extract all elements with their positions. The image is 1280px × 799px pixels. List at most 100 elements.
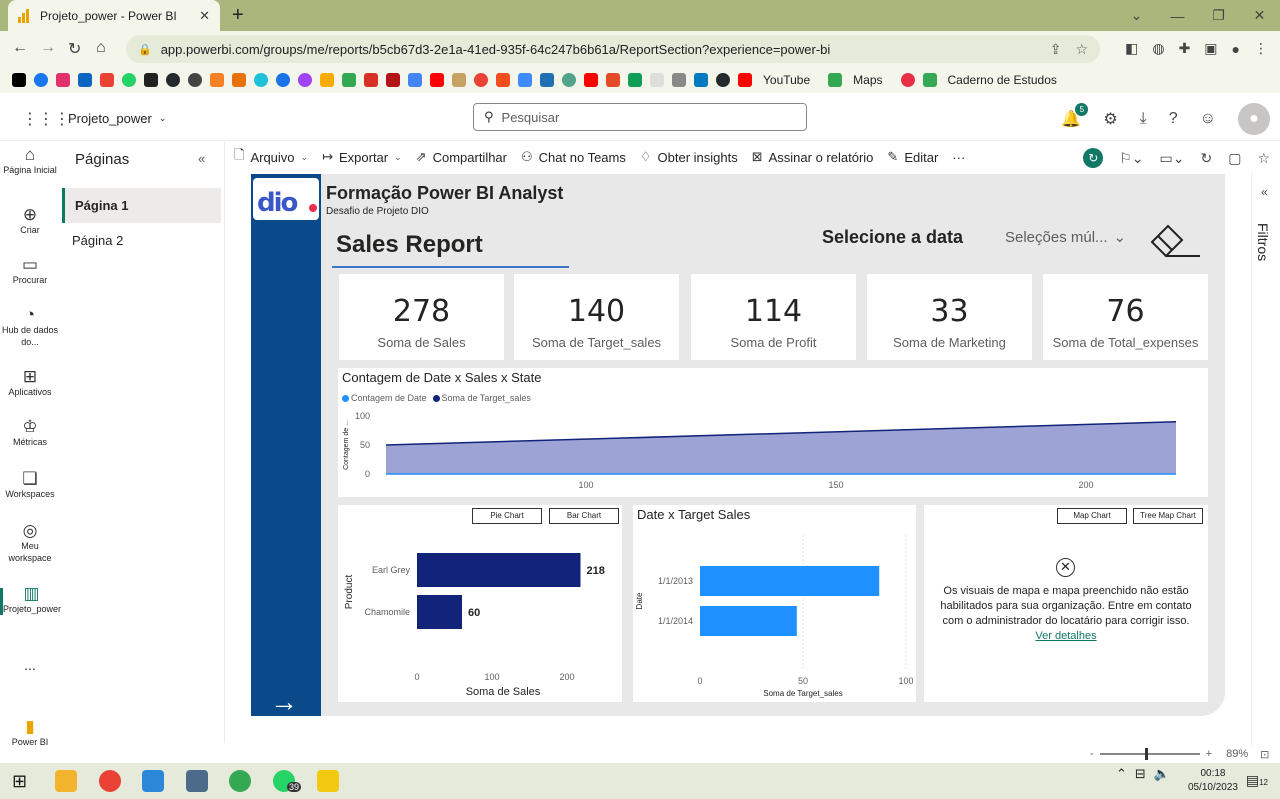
bookmark-icon[interactable]: [584, 73, 598, 87]
compartilhar-button[interactable]: ⇗ Compartilhar: [416, 149, 507, 165]
restore-icon[interactable]: ❐: [1198, 7, 1239, 24]
bookmark-icon[interactable]: [298, 73, 312, 87]
code-bookmark-icon[interactable]: [922, 73, 937, 87]
close-tab-icon[interactable]: ✕: [199, 8, 210, 24]
bookmark-icon[interactable]: ⚐⌄: [1119, 150, 1143, 167]
download-icon[interactable]: ⤓: [1140, 110, 1147, 128]
rail-powerbi[interactable]: ▮ Power BI: [0, 718, 60, 748]
map-chart-button[interactable]: Map Chart: [1057, 508, 1127, 524]
trello-bookmark-icon[interactable]: [694, 73, 708, 87]
extension-icon[interactable]: ◍: [1152, 40, 1164, 57]
instagram-bookmark-icon[interactable]: [56, 73, 70, 87]
github-bookmark-icon[interactable]: [166, 73, 180, 87]
lock-icon[interactable]: 🔒: [138, 43, 152, 56]
openai-bookmark-icon[interactable]: [188, 73, 202, 87]
bell-icon[interactable]: 🔔 5: [1061, 103, 1089, 129]
teams-chat-button[interactable]: ⚇ Chat no Teams: [521, 149, 626, 165]
rail-apps[interactable]: ⊞ Aplicativos: [0, 368, 60, 398]
rail-home[interactable]: ⌂ Página Inicial: [0, 146, 60, 176]
bookmark-icon[interactable]: [562, 73, 576, 87]
rail-create[interactable]: ⊕ Criar: [0, 206, 60, 236]
bookmark-maps[interactable]: Maps: [853, 73, 882, 87]
close-window-icon[interactable]: ✕: [1239, 7, 1280, 24]
chrome-icon[interactable]: [99, 770, 121, 792]
file-explorer-icon[interactable]: [55, 770, 77, 792]
refresh-icon[interactable]: ↻: [1200, 150, 1212, 167]
bookmark-icon[interactable]: [900, 73, 915, 87]
zoom-slider[interactable]: [1099, 748, 1200, 760]
rail-my-workspace[interactable]: ◎ Meu workspace: [0, 522, 60, 564]
page-tab-1[interactable]: Página 1: [62, 188, 221, 223]
zoom-in-icon[interactable]: +: [1206, 748, 1212, 760]
figma-bookmark-icon[interactable]: [496, 73, 510, 87]
arquivo-menu[interactable]: 🗋 Arquivo ⌄: [234, 146, 308, 168]
bookmark-icon[interactable]: [606, 73, 620, 87]
youtube-bookmark-icon[interactable]: [430, 73, 444, 87]
browser-tab[interactable]: Projeto_power - Power BI ✕: [8, 0, 220, 31]
calculator-icon[interactable]: [186, 770, 208, 792]
bookmark-icon[interactable]: [210, 73, 224, 87]
filters-pane[interactable]: « Filtros: [1251, 173, 1280, 745]
more-options-button[interactable]: ···: [952, 150, 965, 165]
rail-datahub[interactable]: ◔ Hub de dados do...: [0, 306, 60, 348]
insights-button[interactable]: ♢ Obter insights: [640, 149, 738, 165]
bookmark-icon[interactable]: [320, 73, 334, 87]
bookmark-youtube[interactable]: YouTube: [763, 73, 810, 87]
network-icon[interactable]: ⊟: [1135, 766, 1146, 782]
bookmark-icon[interactable]: [408, 73, 422, 87]
bookmark-icon[interactable]: [232, 73, 246, 87]
tree-map-chart-button[interactable]: Tree Map Chart: [1133, 508, 1203, 524]
date-slicer-dropdown[interactable]: Seleções múl... ⌄: [1005, 228, 1126, 247]
new-tab-button[interactable]: +: [232, 4, 244, 27]
maps-bookmark-icon[interactable]: [828, 73, 843, 87]
settings-icon[interactable]: ⚙: [1103, 109, 1117, 129]
bookmark-icon[interactable]: [650, 73, 664, 87]
maps-bookmark-icon[interactable]: [342, 73, 356, 87]
rail-metrics[interactable]: ♔ Métricas: [0, 418, 60, 448]
x-bookmark-icon[interactable]: [12, 73, 26, 87]
speaker-icon[interactable]: 🔈: [1154, 766, 1170, 782]
linkedin-bookmark-icon[interactable]: [78, 73, 92, 87]
reload-icon[interactable]: ↻: [68, 39, 81, 59]
area-chart-panel[interactable]: Contagem de Date x Sales x State Contage…: [338, 368, 1208, 497]
rail-browse[interactable]: ▭ Procurar: [0, 256, 60, 286]
date-target-chart-panel[interactable]: Date x Target Sales 1/1/2013 1/1/2014 0 50 1…: [633, 505, 916, 702]
details-link[interactable]: Ver detalhes: [1035, 630, 1096, 642]
comment-icon[interactable]: ▢: [1228, 150, 1241, 167]
bookmark-icon[interactable]: [452, 73, 466, 87]
bookmark-icon[interactable]: [518, 73, 532, 87]
zoom-slider-thumb[interactable]: [1144, 748, 1148, 760]
view-icon[interactable]: ▭⌄: [1160, 150, 1185, 167]
workspace-selector[interactable]: Projeto_power ⌄: [68, 111, 166, 126]
feedback-icon[interactable]: ☺: [1200, 110, 1216, 128]
bookmark-icon[interactable]: [276, 73, 290, 87]
bookmark-icon[interactable]: [364, 73, 378, 87]
refresh-data-icon[interactable]: ↻: [1083, 148, 1104, 168]
gmail-bookmark-icon[interactable]: [100, 73, 114, 87]
powerbi-taskbar-icon[interactable]: [317, 770, 339, 792]
collapse-icon[interactable]: «: [198, 151, 205, 166]
subscribe-button[interactable]: ⊠ Assinar o relatório: [752, 149, 874, 165]
app-launcher-icon[interactable]: ⋮⋮⋮: [22, 109, 70, 129]
page-tab-2[interactable]: Página 2: [62, 223, 221, 258]
facebook-bookmark-icon[interactable]: [34, 73, 48, 87]
favorite-icon[interactable]: ☆: [1257, 150, 1270, 167]
store-icon[interactable]: [142, 770, 164, 792]
rail-workspaces[interactable]: ❏ Workspaces: [0, 470, 60, 500]
notion-bookmark-icon[interactable]: [144, 73, 158, 87]
rail-more[interactable]: ...: [0, 658, 60, 672]
notification-icon[interactable]: ▤12: [1246, 772, 1268, 789]
chevron-up-icon[interactable]: ⌃: [1116, 766, 1127, 782]
edit-button[interactable]: ✎ Editar: [887, 149, 938, 165]
youtube-bookmark-icon[interactable]: [738, 73, 752, 87]
zoom-out-icon[interactable]: -: [1090, 748, 1094, 760]
eraser-icon[interactable]: [1148, 222, 1202, 258]
product-bar-chart-panel[interactable]: Pie Chart Bar Chart Earl Grey 218 Chamomil…: [338, 505, 622, 702]
address-bar[interactable]: 🔒 app.powerbi.com/groups/me/reports/b5cb…: [126, 35, 1100, 63]
bookmark-icon[interactable]: [474, 73, 488, 87]
chrome-icon[interactable]: [229, 770, 251, 792]
bookmark-caderno[interactable]: Caderno de Estudos: [948, 73, 1057, 87]
menu-icon[interactable]: ⋮: [1254, 40, 1268, 57]
expand-icon[interactable]: «: [1261, 185, 1268, 199]
whatsapp-icon[interactable]: 39: [273, 770, 302, 792]
